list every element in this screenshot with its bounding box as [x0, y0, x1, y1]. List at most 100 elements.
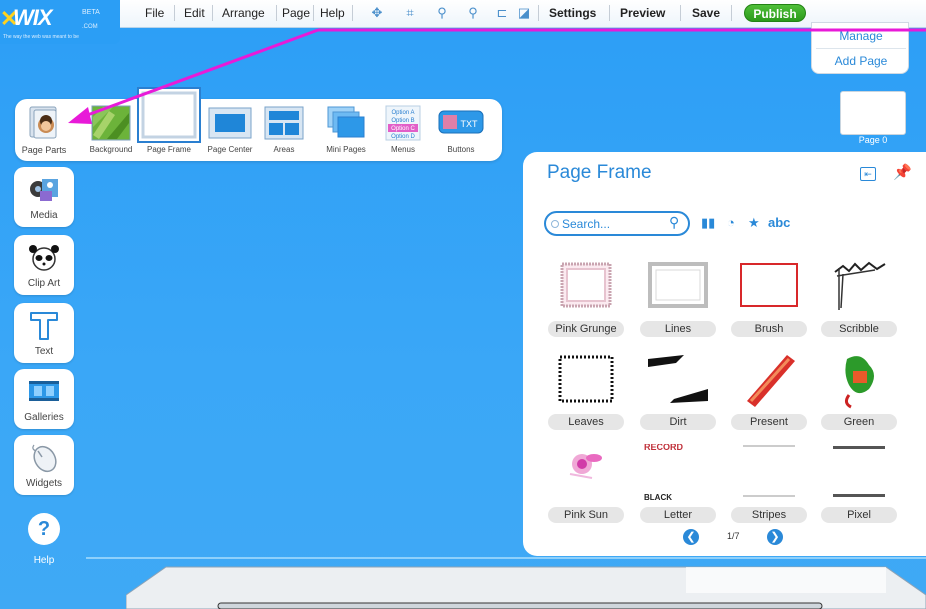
page-center-part[interactable]: Page Center — [202, 99, 258, 161]
scribble-thumb — [834, 261, 886, 310]
frame-item[interactable]: Leaves — [548, 351, 624, 436]
sort-abc-button[interactable]: abc — [768, 215, 790, 230]
menu-separator — [276, 5, 277, 21]
frame-item[interactable]: Lines — [640, 258, 716, 343]
menu-separator — [538, 5, 539, 21]
frame-item[interactable]: Pixel — [821, 444, 897, 529]
search-input[interactable] — [562, 215, 662, 232]
page-frame-thumb-icon — [137, 87, 201, 143]
frame-item[interactable]: Pink Grunge — [548, 258, 624, 343]
frame-item[interactable]: Dirt — [640, 351, 716, 436]
publish-button[interactable]: Publish — [744, 4, 806, 22]
clip-art-button[interactable]: Clip Art — [14, 235, 74, 295]
wix-logo[interactable]: ✕ WIX BETA .COM The way the web was mean… — [0, 0, 120, 44]
background-part[interactable]: Background — [85, 99, 137, 161]
menu-help[interactable]: Help — [320, 6, 345, 20]
sort-popular-icon[interactable]: ▮▮ — [701, 215, 715, 231]
help-button[interactable]: ? Help — [24, 513, 64, 569]
menu-file[interactable]: File — [145, 6, 164, 20]
page-parts-button[interactable]: Page Parts — [15, 99, 73, 161]
page-center-label: Page Center — [207, 145, 253, 154]
search-box: ⚲ — [544, 211, 690, 236]
media-icon — [30, 179, 58, 201]
page-frame-label: Page Frame — [146, 145, 192, 154]
menus-thumb-icon: Option A Option B Option C Option D — [385, 105, 421, 141]
frame-label: Brush — [731, 321, 807, 337]
preview-button[interactable]: Preview — [620, 6, 665, 20]
frame-item[interactable]: RECORD BLACK Letter — [640, 444, 716, 529]
background-thumb-icon — [91, 105, 131, 141]
zoom-in-icon[interactable]: ⚲ — [434, 5, 450, 21]
menu-page[interactable]: Page — [282, 6, 310, 20]
galleries-button[interactable]: Galleries — [14, 369, 74, 429]
add-page-link[interactable]: Add Page — [812, 54, 910, 68]
pixel-thumb — [833, 446, 885, 497]
frame-label: Leaves — [548, 414, 624, 430]
menu-separator — [212, 5, 213, 21]
frame-item[interactable]: Green — [821, 351, 897, 436]
text-button[interactable]: Text — [14, 303, 74, 363]
dock-panel-icon[interactable]: ⇤ — [860, 167, 876, 181]
frame-label: Pink Sun — [548, 507, 624, 523]
menu-option-b: Option B — [391, 118, 414, 124]
page-thumbnail-label: Page 0 — [858, 135, 888, 145]
prev-page-button[interactable]: ❮ — [683, 529, 699, 545]
page-frame-panel: Page Frame ⇤ 📌 ⚲ ▮▮ ◔ ★ abc Pink Grunge … — [523, 152, 926, 556]
menu-option-c: Option C — [391, 126, 415, 132]
clip-art-label: Clip Art — [27, 278, 61, 289]
search-icon[interactable]: ⚲ — [669, 214, 679, 231]
pin-icon[interactable]: 📌 — [893, 163, 912, 181]
widgets-button[interactable]: Widgets — [14, 435, 74, 495]
sort-recent-icon[interactable]: ◔ — [727, 215, 735, 230]
buttons-part[interactable]: TXT Buttons — [435, 99, 487, 161]
frame-item[interactable]: Pink Sun — [548, 444, 624, 529]
help-label: Help — [33, 555, 55, 566]
letter-thumb-bottom-text: BLACK — [644, 493, 672, 502]
menus-part[interactable]: Option A Option B Option C Option D Menu… — [379, 99, 427, 161]
next-page-button[interactable]: ❯ — [767, 529, 783, 545]
fit-icon[interactable]: ⌗ — [402, 5, 418, 21]
mini-pages-part[interactable]: Mini Pages — [318, 99, 374, 161]
frame-item[interactable]: Scribble — [821, 258, 897, 343]
lines-thumb — [648, 262, 708, 308]
frame-label: Pink Grunge — [548, 321, 624, 337]
frame-label: Lines — [640, 321, 716, 337]
frame-label: Stripes — [731, 507, 807, 523]
menu-separator — [174, 5, 175, 21]
frame-item[interactable]: Brush — [731, 258, 807, 343]
mini-pages-thumb-icon — [327, 106, 365, 138]
menu-arrange[interactable]: Arrange — [222, 6, 265, 20]
frame-item[interactable]: Present — [731, 351, 807, 436]
menu-option-d: Option D — [391, 134, 415, 140]
menu-separator — [609, 5, 610, 21]
manage-pages-link[interactable]: Manage — [812, 29, 910, 43]
logo-com: .COM — [82, 24, 98, 30]
areas-part[interactable]: Areas — [261, 99, 307, 161]
ruler-icon[interactable]: ⊏ — [494, 5, 510, 21]
menu-separator — [313, 5, 314, 21]
media-button[interactable]: Media — [14, 167, 74, 227]
sort-favorite-icon[interactable]: ★ — [748, 215, 760, 231]
move-icon[interactable]: ✥ — [369, 5, 385, 21]
frame-label: Dirt — [640, 414, 716, 430]
buttons-thumb-icon: TXT — [438, 110, 484, 134]
areas-thumb-icon — [264, 106, 304, 140]
menu-edit[interactable]: Edit — [184, 6, 205, 20]
buttons-thumb-text: TXT — [461, 119, 479, 129]
areas-label: Areas — [273, 145, 295, 154]
galleries-icon — [29, 381, 59, 401]
clip-art-icon — [29, 245, 59, 271]
save-button[interactable]: Save — [692, 6, 720, 20]
page-thumbnail[interactable] — [840, 91, 906, 135]
present-thumb — [747, 355, 795, 407]
frame-item[interactable]: Stripes — [731, 444, 807, 529]
settings-button[interactable]: Settings — [549, 6, 596, 20]
page-frame-part[interactable]: Page Frame — [137, 87, 201, 161]
text-label: Text — [34, 346, 54, 357]
background-label: Background — [89, 145, 133, 154]
zoom-out-icon[interactable]: ⚲ — [465, 5, 481, 21]
menu-option-a: Option A — [391, 110, 414, 116]
eraser-icon[interactable]: ◪ — [516, 5, 532, 21]
logo-tagline: The way the web was meant to be — [3, 34, 79, 40]
frame-label: Letter — [640, 507, 716, 523]
